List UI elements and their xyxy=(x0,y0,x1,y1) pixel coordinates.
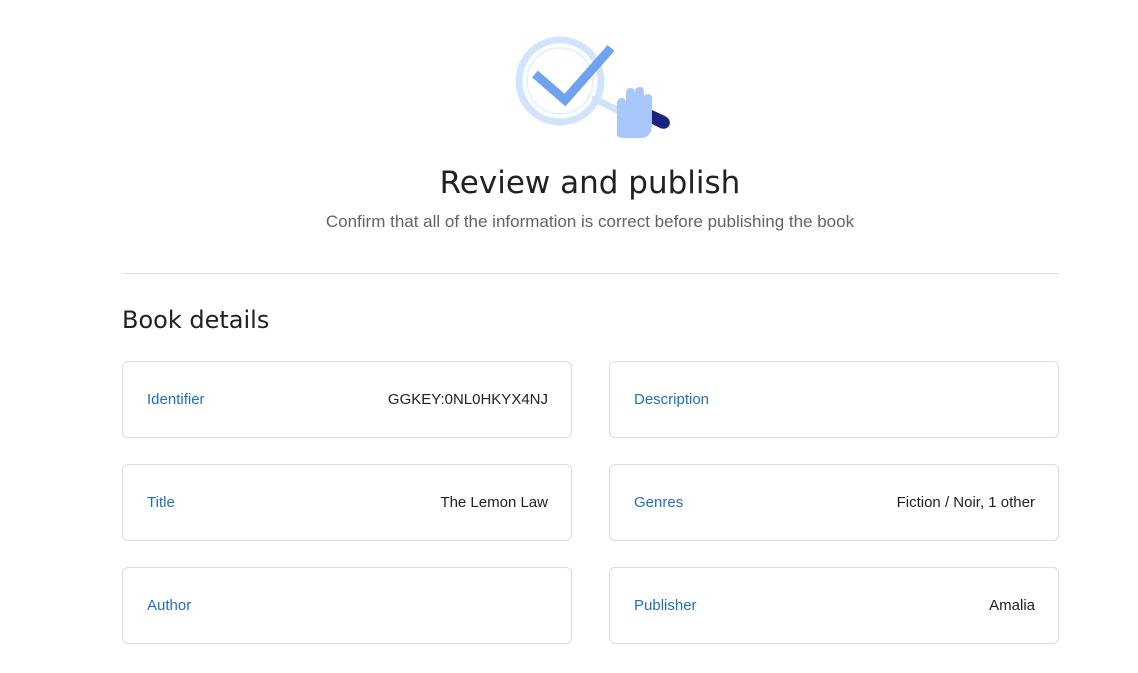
title-label: Title xyxy=(147,494,175,511)
page-subtitle: Confirm that all of the information is c… xyxy=(325,212,855,231)
publisher-value: Amalia xyxy=(989,597,1035,614)
description-label: Description xyxy=(634,391,710,408)
title-value: The Lemon Law xyxy=(440,494,548,511)
genres-label: Genres xyxy=(634,494,684,511)
magnifier-checkmark-icon xyxy=(515,36,670,138)
identifier-card[interactable]: Identifier GGKEY:0NL0HKYX4NJ xyxy=(122,361,572,438)
publisher-card[interactable]: Publisher Amalia xyxy=(609,567,1059,644)
divider xyxy=(122,273,1059,274)
review-publish-page: Review and publish Confirm that all of t… xyxy=(0,0,1138,673)
genres-card[interactable]: Genres Fiction / Noir, 1 other xyxy=(609,464,1059,541)
identifier-label: Identifier xyxy=(147,391,205,408)
page-title: Review and publish xyxy=(439,165,741,201)
title-card[interactable]: Title The Lemon Law xyxy=(122,464,572,541)
genres-value: Fiction / Noir, 1 other xyxy=(896,494,1035,511)
section-title: Book details xyxy=(122,306,270,334)
publisher-label: Publisher xyxy=(634,597,697,614)
author-card[interactable]: Author xyxy=(122,567,572,644)
identifier-value: GGKEY:0NL0HKYX4NJ xyxy=(387,391,548,408)
description-card[interactable]: Description xyxy=(609,361,1059,438)
author-label: Author xyxy=(147,597,192,614)
